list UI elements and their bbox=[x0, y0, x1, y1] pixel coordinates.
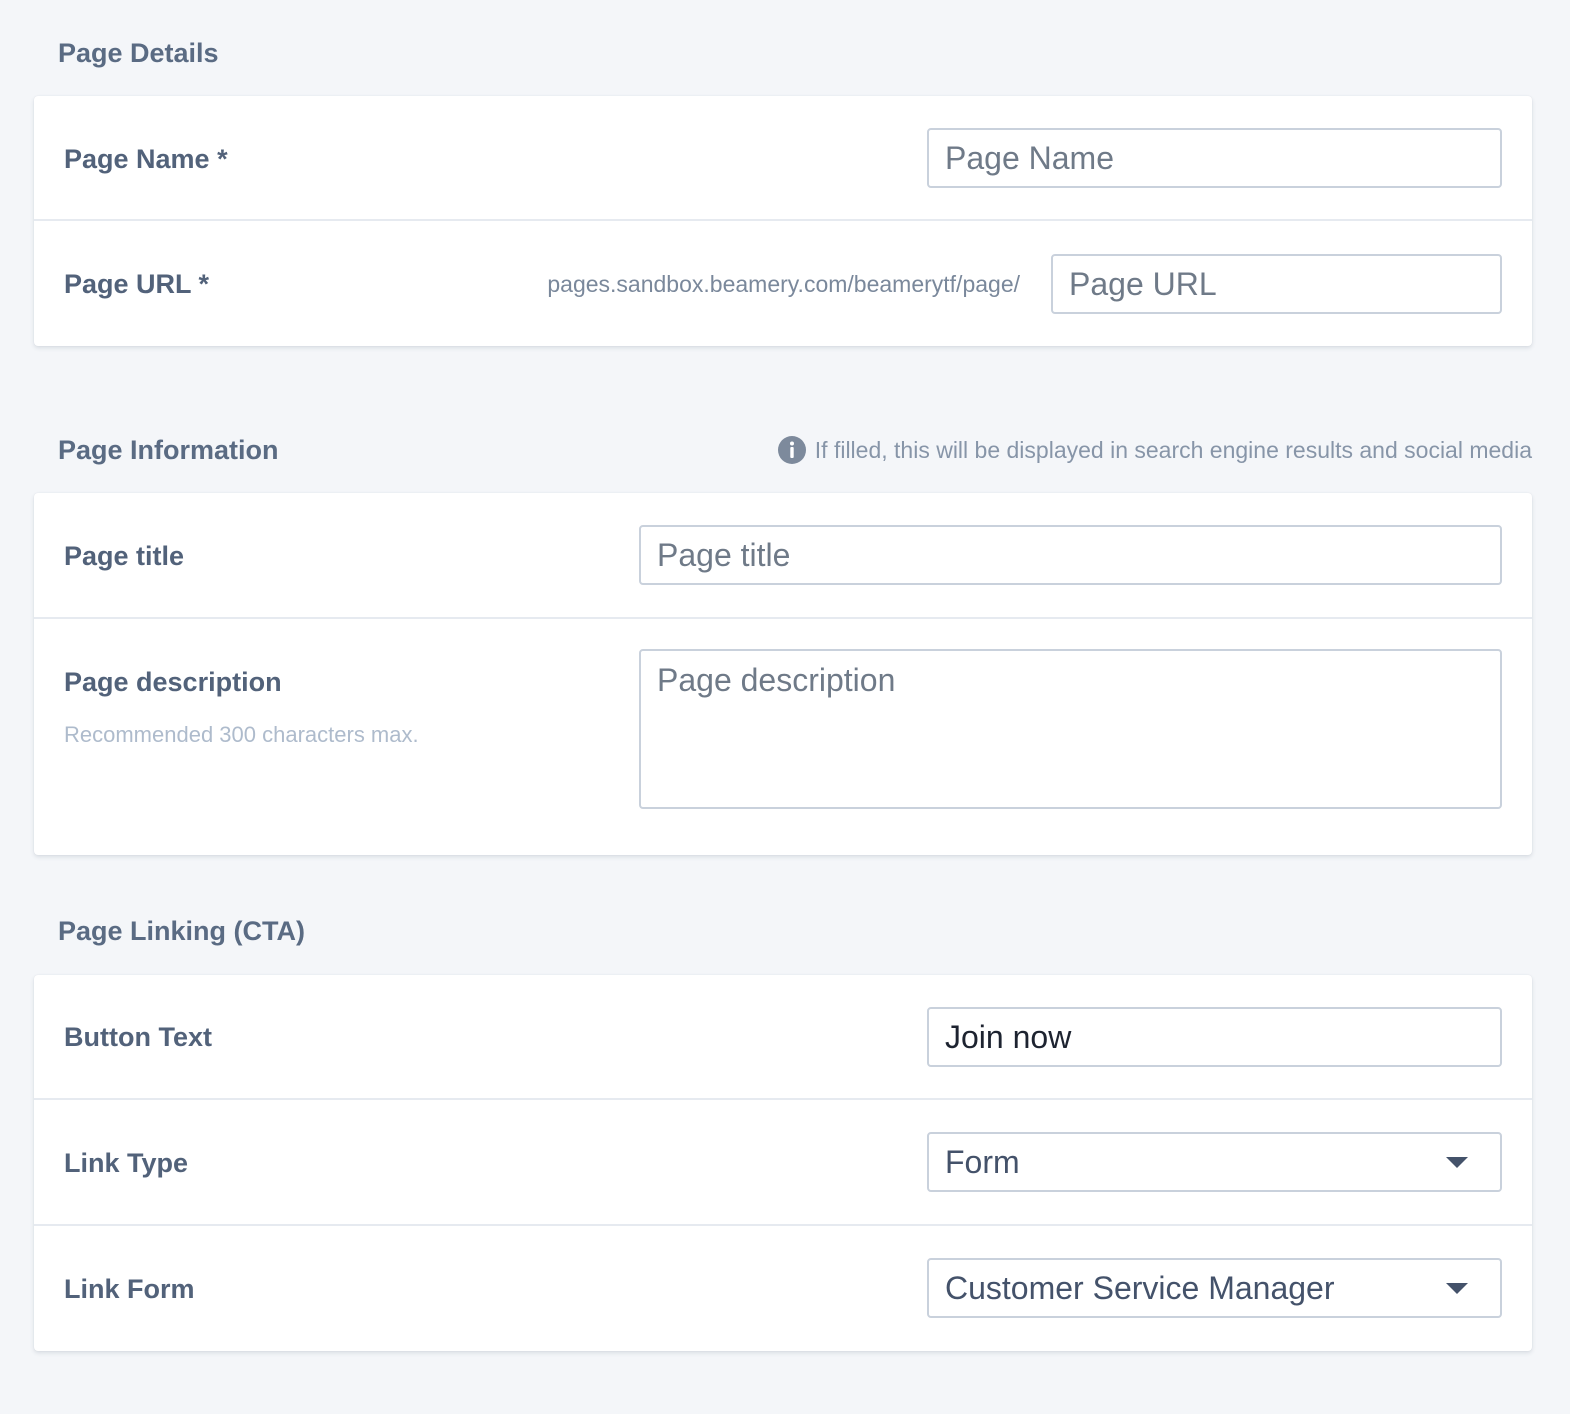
page-title-label: Page title bbox=[64, 541, 185, 571]
chevron-down-icon bbox=[1446, 1282, 1468, 1294]
page-description-row: Page description Recommended 300 charact… bbox=[34, 619, 1532, 855]
page-information-heading: Page Information bbox=[58, 435, 279, 465]
link-type-label: Link Type bbox=[64, 1148, 189, 1178]
link-form-value: Customer Service Manager bbox=[945, 1269, 1335, 1306]
link-form-select[interactable]: Customer Service Manager bbox=[927, 1258, 1502, 1318]
page-details-heading: Page Details bbox=[58, 38, 219, 68]
button-text-row: Button Text bbox=[34, 975, 1532, 1100]
page-information-card: Page title Page description Recommended … bbox=[34, 493, 1532, 855]
info-circle-icon bbox=[777, 436, 806, 464]
page-description-textarea[interactable] bbox=[639, 649, 1502, 809]
page-title-input[interactable] bbox=[639, 525, 1502, 585]
page-name-row: Page Name * bbox=[34, 96, 1532, 221]
seo-info-text: If filled, this will be displayed in sea… bbox=[814, 436, 1532, 463]
page-name-label: Page Name * bbox=[64, 144, 228, 174]
page-url-label: Page URL * bbox=[64, 269, 210, 299]
page-name-input[interactable] bbox=[927, 128, 1502, 188]
seo-info-note: If filled, this will be displayed in sea… bbox=[777, 436, 1532, 464]
page-details-card: Page Name * Page URL * pages.sandbox.bea… bbox=[34, 96, 1532, 346]
page-description-label: Page description bbox=[64, 667, 282, 697]
page-linking-card: Button Text Link Type Form Link Form Cus… bbox=[34, 975, 1532, 1351]
button-text-input[interactable] bbox=[927, 1007, 1502, 1067]
button-text-label: Button Text bbox=[64, 1022, 212, 1052]
link-form-row: Link Form Customer Service Manager bbox=[34, 1226, 1532, 1351]
page-url-row: Page URL * pages.sandbox.beamery.com/bea… bbox=[34, 221, 1532, 346]
link-form-label: Link Form bbox=[64, 1274, 195, 1304]
link-type-row: Link Type Form bbox=[34, 1100, 1532, 1226]
page-linking-heading: Page Linking (CTA) bbox=[58, 916, 305, 946]
page-url-prefix: pages.sandbox.beamery.com/beamerytf/page… bbox=[547, 271, 1020, 297]
link-type-value: Form bbox=[945, 1143, 1020, 1180]
page-title-row: Page title bbox=[34, 493, 1532, 619]
page-url-input[interactable] bbox=[1051, 254, 1502, 314]
link-type-select[interactable]: Form bbox=[927, 1132, 1502, 1192]
chevron-down-icon bbox=[1446, 1156, 1468, 1168]
page-description-hint: Recommended 300 characters max. bbox=[64, 722, 419, 747]
